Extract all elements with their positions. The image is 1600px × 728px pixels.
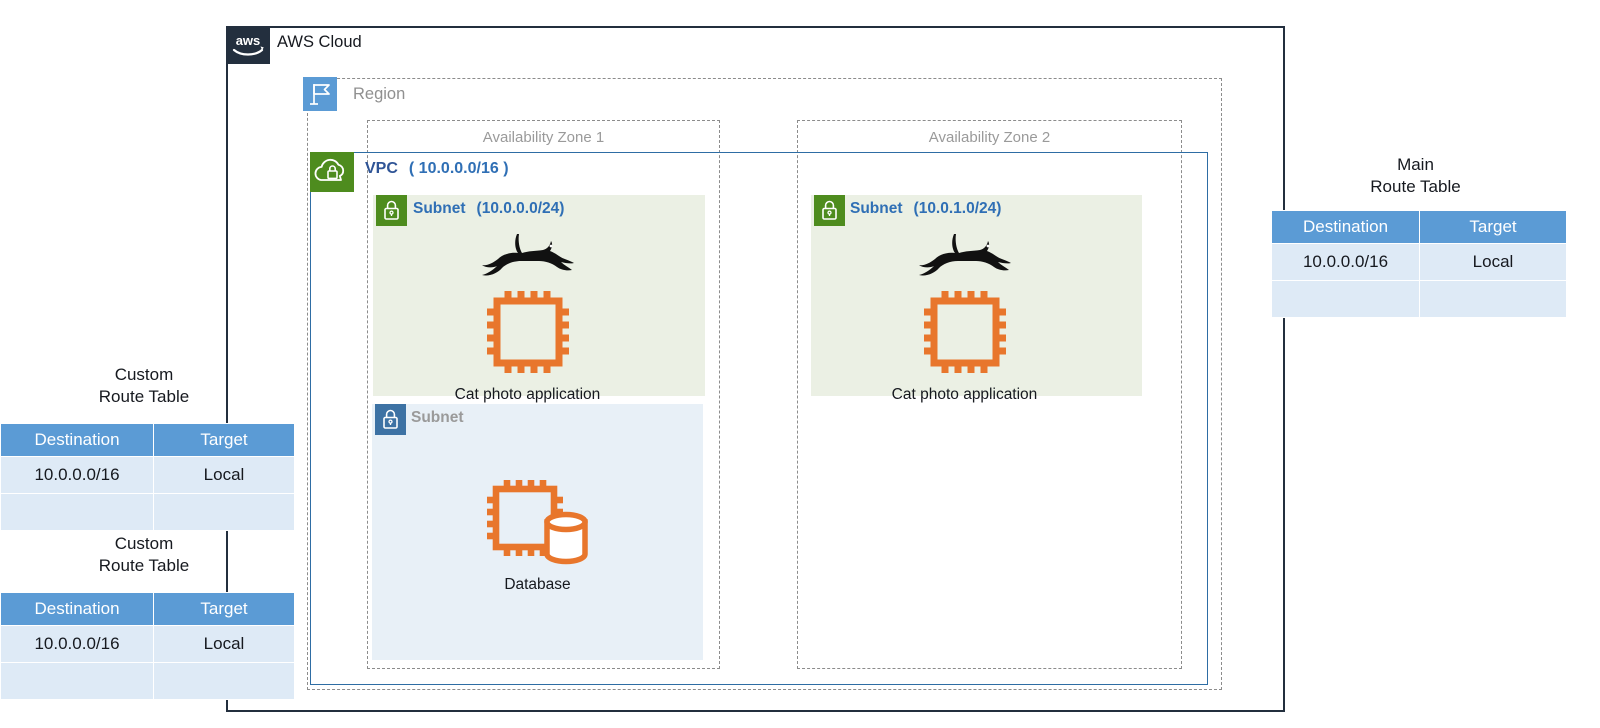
cell-target: Local [153, 456, 295, 494]
cell-target: Local [1419, 243, 1567, 281]
cell-destination [0, 493, 154, 531]
subnet-label-text: Subnet [850, 200, 903, 217]
ec2-instance-icon [435, 280, 620, 384]
cell-destination [0, 662, 154, 700]
database-cylinder-icon [543, 511, 588, 565]
custom-route-table-1-title: Custom Route Table [98, 365, 190, 407]
column-header-destination: Destination [0, 592, 154, 626]
table-row: 10.0.0.0/16 Local [0, 456, 295, 494]
ec2-instance-icon [872, 280, 1057, 384]
cat-icon [435, 228, 620, 280]
column-header-destination: Destination [1271, 210, 1420, 244]
cell-target [153, 493, 295, 531]
table-header-row: Destination Target [0, 592, 295, 626]
resource-caption: Cat photo application [454, 386, 601, 403]
cell-target [153, 662, 295, 700]
vpc-cloud-lock-icon [310, 152, 354, 192]
aws-cloud-label: AWS Cloud [277, 33, 362, 51]
table-row: 10.0.0.0/16 Local [1271, 243, 1567, 281]
vpc-label: VPC ( 10.0.0.0/16 ) [365, 160, 509, 178]
table-row [1271, 280, 1567, 318]
table-row [0, 662, 295, 700]
table-row [0, 493, 295, 531]
subnet-public-az1-label: Subnet (10.0.0.0/24) [413, 200, 564, 218]
cell-destination: 10.0.0.0/16 [0, 456, 154, 494]
availability-zone-2-label: Availability Zone 2 [928, 129, 1051, 146]
column-header-target: Target [153, 423, 295, 457]
cell-destination [1271, 280, 1420, 318]
resource-caption: Database [504, 576, 571, 593]
custom-route-table-1: Destination Target 10.0.0.0/16 Local [0, 423, 295, 531]
subnet-cidr: (10.0.0.0/24) [476, 200, 565, 217]
svg-text:aws: aws [236, 33, 261, 48]
resource-database-az1: Database [455, 470, 620, 594]
main-route-table-title: Main Route Table [1370, 155, 1461, 197]
cat-icon [872, 228, 1057, 280]
vpc-label-text: VPC [365, 160, 398, 177]
resource-cat-photo-application-az2: Cat photo application [872, 228, 1057, 404]
aws-logo-icon: aws [226, 26, 270, 64]
database-icon-group [455, 470, 620, 574]
column-header-target: Target [153, 592, 295, 626]
column-header-destination: Destination [0, 423, 154, 457]
main-route-table: Destination Target 10.0.0.0/16 Local [1271, 210, 1567, 318]
custom-route-table-2: Destination Target 10.0.0.0/16 Local [0, 592, 295, 700]
subnet-public-az2-label: Subnet (10.0.1.0/24) [850, 200, 1001, 218]
subnet-cidr: (10.0.1.0/24) [913, 200, 1002, 217]
column-header-target: Target [1419, 210, 1567, 244]
table-header-row: Destination Target [1271, 210, 1567, 244]
subnet-label-text: Subnet [413, 200, 466, 217]
table-header-row: Destination Target [0, 423, 295, 457]
subnet-lock-icon [375, 404, 406, 435]
subnet-private-az1-label: Subnet [411, 409, 464, 427]
cell-destination: 10.0.0.0/16 [0, 625, 154, 663]
table-row: 10.0.0.0/16 Local [0, 625, 295, 663]
subnet-lock-icon [814, 195, 845, 226]
cell-target: Local [153, 625, 295, 663]
region-label: Region [353, 85, 406, 103]
subnet-lock-icon [376, 195, 407, 226]
custom-route-table-2-title: Custom Route Table [98, 534, 190, 576]
resource-caption: Cat photo application [891, 386, 1038, 403]
resource-cat-photo-application-az1: Cat photo application [435, 228, 620, 404]
subnet-label-text: Subnet [411, 409, 464, 426]
region-flag-icon [303, 77, 337, 111]
cell-target [1419, 280, 1567, 318]
vpc-cidr: ( 10.0.0.0/16 ) [408, 160, 509, 177]
cell-destination: 10.0.0.0/16 [1271, 243, 1420, 281]
availability-zone-1-label: Availability Zone 1 [482, 129, 605, 146]
